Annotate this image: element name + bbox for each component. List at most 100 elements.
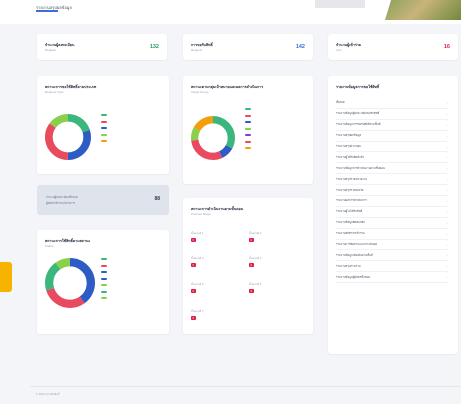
card-subtitle: Process Stage [191,212,211,216]
summary-value: 88 [154,196,160,202]
stage-item[interactable]: ขั้นตอนที่ 6 0 [249,283,262,294]
report-list-item[interactable]: รายงานข้อมูลติดต่อกลับ › [336,218,448,229]
report-list-item[interactable]: รายงานข้อมูลเพิ่มเติมตามพื้นที่ › [336,250,448,262]
donut-chart-target-group [191,116,235,160]
summary-card: จำนวนผู้ลงทะเบียนทั้งหมด ผู้สมัครเข้าร่ว… [37,185,169,215]
report-list-item[interactable]: รายงานผู้ได้รับสิทธิ์แล้ว › [336,152,448,164]
card-subtitle: Request Type [45,90,64,94]
stage-item[interactable]: ขั้นตอนที่ 3 0 [191,257,204,268]
report-list-item[interactable]: รายงานการติดตามและประเมินผล › [336,240,448,251]
chevron-right-icon: › [447,111,448,116]
report-list-item[interactable]: รายงานสถิติการเข้าร่วม › [336,229,448,240]
header-image-placeholder [315,0,365,8]
chevron-right-icon: › [447,220,448,225]
card-subtitle: Status [45,244,54,248]
stat-card-register: จำนวนผู้ลงทะเบียน Register 132 [37,34,167,60]
chart-legend [101,112,110,145]
footer-text: © 2023 สงวนลิขสิทธิ์ [36,393,60,396]
stage-item[interactable]: ขั้นตอนที่ 1 0 [191,232,204,243]
footer-divider [30,386,461,387]
chevron-right-icon: › [447,155,448,160]
chart-legend [101,256,110,302]
legend-swatch [245,121,251,124]
report-list-item-label: รายงานผู้ไม่ได้รับสิทธิ์ [336,209,363,214]
stage-label: ขั้นตอนที่ 3 [191,257,204,260]
legend-swatch [101,120,107,123]
stage-label: ขั้นตอนที่ 6 [249,283,262,286]
stage-label: ขั้นตอนที่ 1 [191,232,204,235]
legend-swatch [101,264,107,267]
report-list-item[interactable]: รายงานข้อมูลการขอรับสิทธิ์ตามพื้นที่ › [336,120,448,131]
legend-swatch [245,134,251,137]
legend-swatch [245,114,251,117]
stat-value: 142 [295,44,305,50]
stat-value: 16 [443,44,450,50]
legend-swatch [101,284,107,287]
stage-badge: 0 [249,238,254,243]
summary-line-1: จำนวนผู้ลงทะเบียนทั้งหมด [46,195,78,199]
report-list: ทั้งหมด › รายงานข้อมูลผู้ลงทะเบียนขอรับสิท… [336,98,448,284]
legend-swatch [101,290,107,293]
donut-chart-status [44,257,96,309]
report-list-item-label: รายงานข้อมูลการดำเนินงานตามขั้นตอน [336,165,385,170]
report-list-item[interactable]: รายงานผลการดำเนินการ › [336,196,448,207]
report-list-item[interactable]: รายงานข้อมูลผู้ลงทะเบียนขอรับสิทธิ์ › [336,109,448,120]
chevron-right-icon: › [447,275,448,280]
chevron-right-icon: › [447,177,448,182]
report-list-item[interactable]: รายงานข้อมูลการดำเนินงานตามขั้นตอน › [336,163,448,175]
chevron-right-icon: › [447,209,448,214]
stage-label: ขั้นตอนที่ 2 [249,232,262,235]
report-list-item[interactable]: รายงานสรุปรายจังหวัด › [336,185,448,197]
report-list-item-label: รายงานสถิติการเข้าร่วม [336,231,365,236]
legend-swatch [101,133,107,136]
stat-value: 132 [149,44,159,50]
stat-subtitle: Join [336,48,342,52]
stage-item[interactable]: ขั้นตอนที่ 7 0 [191,310,203,321]
chevron-right-icon: › [447,242,448,247]
stage-label: ขั้นตอนที่ 4 [249,257,262,260]
report-list-item[interactable]: รายงานสรุปตามกลุ่ม › [336,142,448,153]
report-list-item-label: รายงานสรุปรายหน่วยงาน [336,176,368,181]
report-list-item[interactable]: ทั้งหมด › [336,98,448,109]
report-list-item-label: ทั้งหมด [336,100,345,105]
stage-item[interactable]: ขั้นตอนที่ 5 0 [191,283,203,294]
legend-item [101,138,110,145]
stage-badge: 0 [249,263,254,268]
summary-line-2: ผู้สมัครเข้าร่วมโครงการ [46,201,75,205]
legend-swatch [101,127,107,130]
stage-item[interactable]: ขั้นตอนที่ 4 0 [249,257,262,268]
stage-badge: 0 [249,289,254,294]
stage-badge: 0 [191,263,196,268]
chart-card-status: สถานะการใช้สิทธิ์ตามสถานะ Status [37,230,169,334]
report-list-item-label: รายงานผลการดำเนินการ [336,198,367,203]
chevron-right-icon: › [447,166,448,171]
report-list-item-label: รายงานข้อมูลผู้ลงทะเบียนขอรับสิทธิ์ [336,111,380,116]
stage-item[interactable]: ขั้นตอนที่ 2 0 [249,232,262,243]
card-subtitle: Target Group [191,90,209,94]
header-photo [385,0,461,20]
report-list-item[interactable]: รายงานสรุปรายหน่วยงาน › [336,174,448,186]
chevron-right-icon: › [447,264,448,269]
report-list-item-label: รายงานข้อมูลติดต่อกลับ [336,220,366,225]
chevron-right-icon: › [447,231,448,236]
report-list-item-label: รายงานข้อมูลเพิ่มเติมตามพื้นที่ [336,252,373,257]
legend-swatch [245,127,251,130]
report-list-item[interactable]: รายงานสรุปภาพรวม › [336,261,448,273]
chevron-right-icon: › [447,133,448,138]
legend-swatch [101,271,107,274]
report-list-item[interactable]: รายงานสรุปผลข้อมูล › [336,131,448,142]
stage-badge: 0 [191,289,196,294]
legend-swatch [101,140,107,143]
process-stage-card: สถานะการดำเนินงานตามขั้นตอน Process Stag… [183,198,313,334]
report-list-item-label: รายงานสรุปรายจังหวัด [336,187,364,192]
report-list-item-label: รายงานผู้ได้รับสิทธิ์แล้ว [336,154,365,159]
chevron-right-icon: › [447,253,448,258]
report-list-item[interactable]: รายงานผู้ไม่ได้รับสิทธิ์ › [336,207,448,218]
stat-subtitle: Register [45,48,57,52]
report-list-item[interactable]: รายงานข้อมูลผู้สมัครทั้งหมด › [336,272,448,284]
legend-swatch [101,258,107,261]
active-tab-underline [36,10,58,12]
report-list-item-label: รายงานข้อมูลผู้สมัครทั้งหมด [336,274,370,279]
chart-card-request-type: สถานะการขอใช้สิทธิ์ตามประเภท Request Typ… [37,76,169,174]
donut-chart-request-type [45,114,91,160]
